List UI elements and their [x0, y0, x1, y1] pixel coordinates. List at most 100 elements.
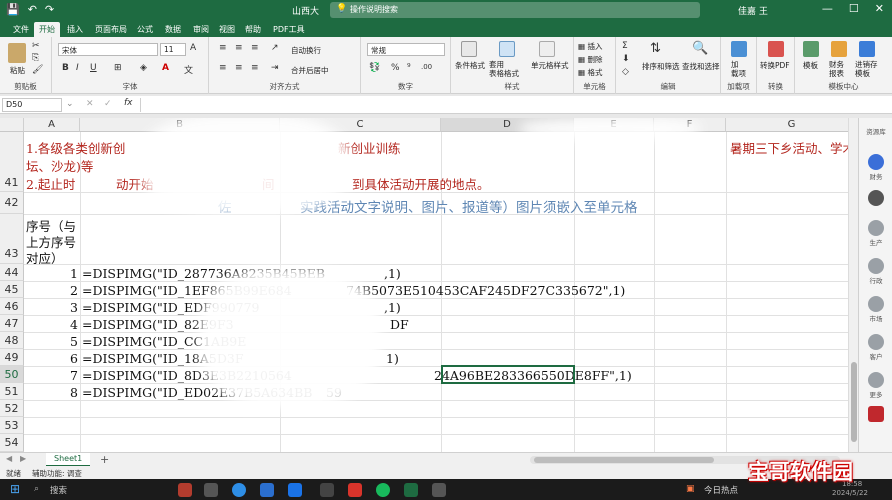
font-size-select[interactable]: 11	[160, 43, 186, 56]
italic-icon[interactable]: I	[76, 63, 79, 73]
cancel-icon[interactable]: ✕	[86, 99, 94, 109]
template-label[interactable]: 模板	[803, 60, 818, 71]
clear-icon[interactable]: ◇	[622, 67, 629, 77]
close-button[interactable]: ✕	[875, 2, 884, 15]
search-box[interactable]: 💡 操作说明搜索	[330, 2, 700, 18]
sort-filter-label[interactable]: 排序和筛选	[642, 61, 680, 72]
tab-pdf-tools[interactable]: PDF工具	[268, 22, 310, 37]
fill-color-icon[interactable]: ◈	[140, 63, 147, 73]
add-sheet-button[interactable]: +	[100, 453, 109, 466]
taskbar-search-icon[interactable]: ⌕	[34, 484, 39, 494]
vertical-scrollbar[interactable]	[848, 118, 858, 452]
row-header-43[interactable]: 43	[0, 214, 24, 264]
sort-filter-icon[interactable]: ⇅	[650, 41, 661, 56]
undo-icon[interactable]: ↶	[28, 3, 37, 16]
save-icon[interactable]: 💾	[6, 3, 20, 16]
app-icon[interactable]	[432, 483, 446, 497]
name-box[interactable]: D50	[2, 98, 62, 112]
pane-item-blank[interactable]	[859, 190, 892, 207]
media-icon[interactable]	[320, 483, 334, 497]
redo-icon[interactable]: ↷	[45, 3, 54, 16]
cut-icon[interactable]: ✂	[32, 41, 40, 51]
excel-icon[interactable]	[404, 483, 418, 497]
app-icon[interactable]	[178, 483, 192, 497]
insert-function-icon[interactable]: fx	[124, 98, 133, 108]
tab-data[interactable]: 数据	[160, 22, 186, 37]
align-top-icon[interactable]: ≡	[219, 43, 227, 53]
tab-home[interactable]: 开始	[34, 22, 60, 37]
inventory-template-icon[interactable]	[859, 41, 875, 57]
font-name-select[interactable]: 宋体	[58, 43, 158, 56]
fill-icon[interactable]: ⬇	[622, 54, 630, 64]
wechat-icon[interactable]	[376, 483, 390, 497]
seq-number[interactable]: 3	[70, 300, 78, 315]
edge-icon[interactable]	[232, 483, 246, 497]
cell-styles-label[interactable]: 单元格样式	[531, 60, 569, 71]
row-header-54[interactable]: 54	[0, 434, 24, 452]
spreadsheet-grid[interactable]: A B C D E F G 41 42 43 44 45 46 47 48 49…	[0, 118, 858, 452]
formula-input[interactable]	[140, 98, 890, 112]
pane-item-market[interactable]: 市场	[859, 296, 892, 323]
minimize-button[interactable]: —	[822, 2, 833, 15]
task-view-icon[interactable]	[204, 483, 218, 497]
browser-icon[interactable]	[288, 483, 302, 497]
seq-number[interactable]: 2	[70, 283, 78, 298]
store-icon[interactable]	[260, 483, 274, 497]
border-icon[interactable]: ⊞	[114, 63, 122, 73]
percent-icon[interactable]: %	[391, 63, 400, 73]
accessibility-status[interactable]: 辅助功能: 调查	[32, 468, 82, 479]
copy-icon[interactable]: ⎘	[32, 53, 39, 63]
increase-decimal-icon[interactable]: .00	[421, 63, 432, 71]
tab-formulas[interactable]: 公式	[132, 22, 158, 37]
number-format-select[interactable]: 常规	[367, 43, 445, 56]
addins-label[interactable]: 加 载项	[731, 60, 746, 78]
row-header-41[interactable]: 41	[0, 132, 24, 192]
row-header-47[interactable]: 47	[0, 315, 24, 332]
tab-insert[interactable]: 插入	[62, 22, 88, 37]
row-header-46[interactable]: 46	[0, 298, 24, 315]
taskbar-search[interactable]: 搜索	[50, 484, 67, 496]
align-bottom-icon[interactable]: ≡	[251, 43, 259, 53]
convert-pdf-label[interactable]: 转换PDF	[760, 60, 790, 71]
row-header-42[interactable]: 42	[0, 192, 24, 214]
news-icon[interactable]: ▣	[686, 484, 695, 494]
template-icon[interactable]	[803, 41, 819, 57]
wrap-text-button[interactable]: 自动换行	[291, 45, 321, 56]
select-all-corner[interactable]	[0, 118, 24, 132]
find-select-icon[interactable]: 🔍	[692, 41, 708, 56]
currency-icon[interactable]: 💱	[369, 63, 380, 73]
pane-item-production[interactable]: 生产	[859, 220, 892, 247]
phonetic-icon[interactable]: 文	[184, 63, 193, 76]
align-middle-icon[interactable]: ≡	[235, 43, 243, 53]
format-cells-button[interactable]: ▦ 格式	[578, 67, 602, 78]
column-header-g[interactable]: G	[726, 118, 858, 132]
wps-icon[interactable]	[348, 483, 362, 497]
tab-view[interactable]: 视图	[214, 22, 240, 37]
seq-number[interactable]: 8	[70, 385, 78, 400]
tab-help[interactable]: 帮助	[240, 22, 266, 37]
cell-styles-icon[interactable]	[539, 41, 555, 57]
row-header-50[interactable]: 50	[0, 366, 24, 383]
autosum-icon[interactable]: Σ	[622, 41, 628, 51]
seq-number[interactable]: 5	[70, 334, 78, 349]
align-right-icon[interactable]: ≡	[251, 63, 259, 73]
scroll-thumb[interactable]	[851, 362, 857, 442]
seq-number[interactable]: 1	[70, 266, 78, 281]
pane-item-redpacket[interactable]	[859, 406, 892, 423]
font-grow-icon[interactable]: A	[190, 43, 196, 53]
comma-icon[interactable]: ⁹	[407, 63, 411, 73]
convert-pdf-icon[interactable]	[768, 41, 784, 57]
enter-icon[interactable]: ✓	[104, 99, 112, 109]
pane-item-customer[interactable]: 客户	[859, 334, 892, 361]
delete-cells-button[interactable]: ▦ 删除	[578, 54, 602, 65]
conditional-format-icon[interactable]	[461, 41, 477, 57]
pane-item-admin[interactable]: 行政	[859, 258, 892, 285]
align-center-icon[interactable]: ≡	[235, 63, 243, 73]
clock-date[interactable]: 2024/5/22	[832, 489, 868, 497]
row-header-52[interactable]: 52	[0, 400, 24, 417]
seq-number[interactable]: 6	[70, 351, 78, 366]
finance-report-icon[interactable]	[831, 41, 847, 57]
addins-icon[interactable]	[731, 41, 747, 57]
row-header-53[interactable]: 53	[0, 417, 24, 434]
pane-item-more[interactable]: 更多	[859, 372, 892, 399]
